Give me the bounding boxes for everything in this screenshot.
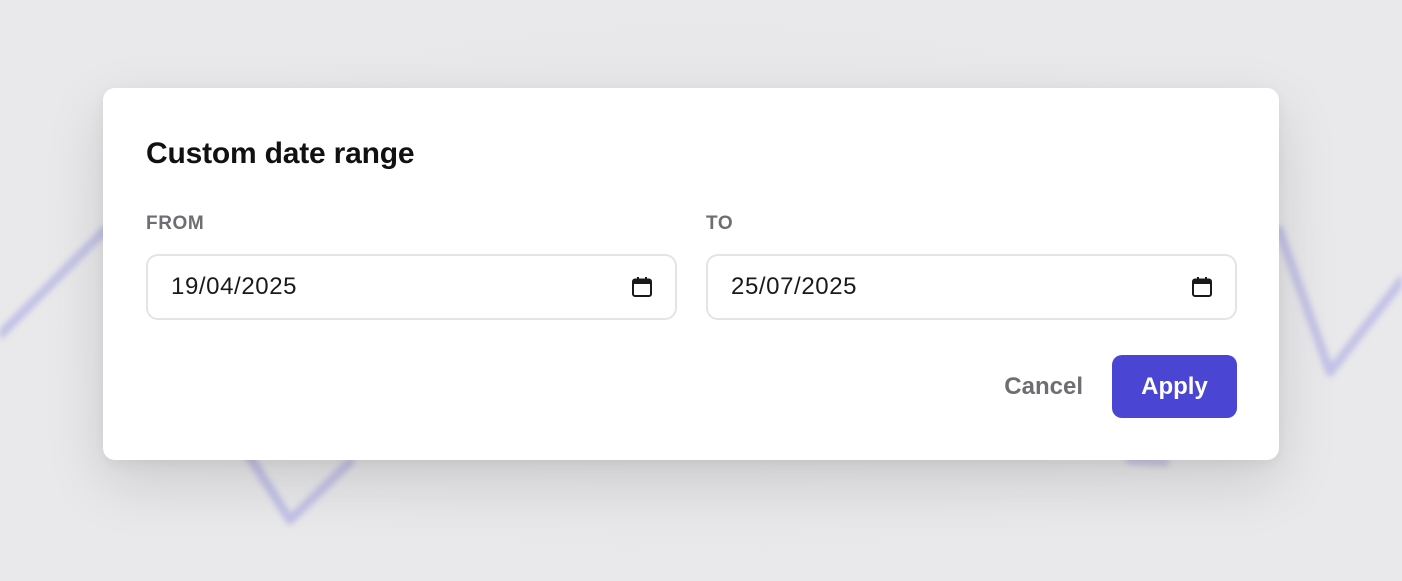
- to-field: TO 25/07/2025: [706, 213, 1237, 320]
- date-range-dialog: Custom date range FROM 19/04/2025 TO 25/…: [103, 88, 1279, 460]
- from-field: FROM 19/04/2025: [146, 213, 677, 320]
- to-label: TO: [706, 213, 734, 234]
- cancel-button[interactable]: Cancel: [984, 355, 1103, 418]
- from-label: FROM: [146, 213, 205, 234]
- apply-button[interactable]: Apply: [1112, 355, 1237, 418]
- dialog-title: Custom date range: [146, 137, 415, 170]
- to-date-input[interactable]: 25/07/2025: [706, 254, 1237, 320]
- from-date-input[interactable]: 19/04/2025: [146, 254, 677, 320]
- dialog-actions: Cancel Apply: [984, 355, 1237, 418]
- calendar-icon[interactable]: [631, 276, 653, 298]
- to-date-value: 25/07/2025: [731, 273, 858, 300]
- calendar-icon[interactable]: [1191, 276, 1213, 298]
- from-date-value: 19/04/2025: [171, 273, 298, 300]
